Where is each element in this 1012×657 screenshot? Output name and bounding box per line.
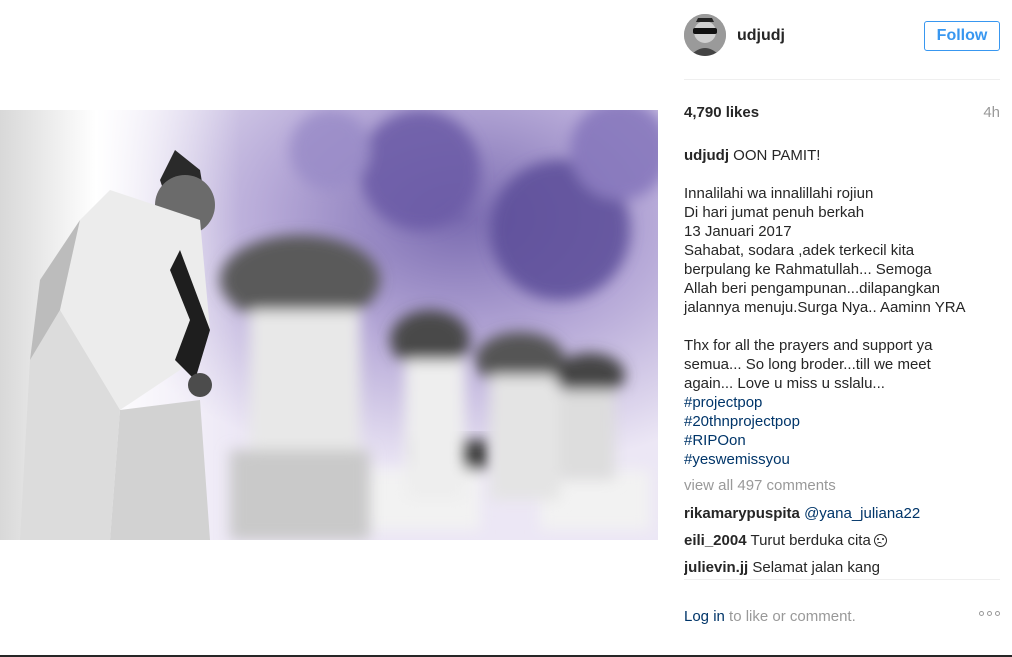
comment-item: rikamarypuspita @yana_juliana22 bbox=[684, 504, 1000, 531]
login-prompt-text: to like or comment. bbox=[729, 608, 856, 625]
more-options-icon[interactable] bbox=[979, 611, 1000, 616]
comment-username[interactable]: eili_2004 bbox=[684, 532, 747, 549]
frowning-face-icon bbox=[873, 534, 887, 547]
view-all-comments-link[interactable]: view all 497 comments bbox=[684, 477, 836, 494]
post-age[interactable]: 4h bbox=[983, 104, 1000, 121]
caption-line: again... Love u miss u sslalu... bbox=[684, 375, 885, 392]
post-username[interactable]: udjudj bbox=[737, 27, 785, 45]
comment-username[interactable]: rikamarypuspita bbox=[684, 505, 800, 522]
caption-line: Allah beri pengampunan...dilapangkan bbox=[684, 280, 941, 297]
follow-button[interactable]: Follow bbox=[924, 21, 1000, 51]
post-sidebar: udjudj Follow 4,790 likes 4h udjudj OON … bbox=[684, 0, 1000, 657]
caption-first-line: OON PAMIT! bbox=[733, 147, 821, 164]
post-photo[interactable] bbox=[0, 110, 658, 540]
post-caption: udjudj OON PAMIT! Innalilahi wa innalill… bbox=[684, 146, 974, 469]
photo-illustration bbox=[0, 110, 658, 540]
comment-item: julievin.jj Selamat jalan kang bbox=[684, 558, 1000, 576]
post-footer: Log in to like or comment. bbox=[684, 608, 1000, 630]
like-count[interactable]: 4,790 likes bbox=[684, 104, 759, 121]
comment-text: Turut berduka cita bbox=[750, 532, 871, 549]
hashtag-link[interactable]: #RIPOon bbox=[684, 431, 974, 450]
footer-divider bbox=[684, 579, 1000, 580]
comment-username[interactable]: julievin.jj bbox=[684, 559, 748, 576]
comment-mention[interactable]: @yana_juliana22 bbox=[804, 505, 920, 522]
avatar-image bbox=[684, 14, 726, 56]
caption-line: Innalilahi wa innalillahi rojiun bbox=[684, 185, 874, 202]
header-divider bbox=[684, 79, 1000, 80]
post-header: udjudj Follow bbox=[684, 14, 1000, 60]
caption-line: Thx for all the prayers and support ya bbox=[684, 337, 933, 354]
caption-author[interactable]: udjudj bbox=[684, 147, 729, 164]
login-prompt: Log in to like or comment. bbox=[684, 608, 856, 625]
caption-line: berpulang ke Rahmatullah... Semoga bbox=[684, 261, 932, 278]
comment-text: Selamat jalan kang bbox=[752, 559, 880, 576]
hashtag-link[interactable]: #20thnprojectpop bbox=[684, 412, 974, 431]
hashtag-link[interactable]: #projectpop bbox=[684, 393, 974, 412]
caption-line: jalannya menuju.Surga Nya.. Aaminn YRA bbox=[684, 299, 966, 316]
caption-line: Di hari jumat penuh berkah bbox=[684, 204, 865, 221]
login-link[interactable]: Log in bbox=[684, 608, 725, 625]
caption-line: 13 Januari 2017 bbox=[684, 223, 792, 240]
comment-item: eili_2004 Turut berduka cita bbox=[684, 531, 1000, 558]
comment-list: rikamarypuspita @yana_juliana22 eili_200… bbox=[684, 504, 1000, 576]
hashtag-link[interactable]: #yeswemissyou bbox=[684, 450, 974, 469]
caption-line: Sahabat, sodara ,adek terkecil kita bbox=[684, 242, 915, 259]
caption-line: semua... So long broder...till we meet bbox=[684, 356, 931, 373]
profile-avatar[interactable] bbox=[684, 14, 726, 56]
